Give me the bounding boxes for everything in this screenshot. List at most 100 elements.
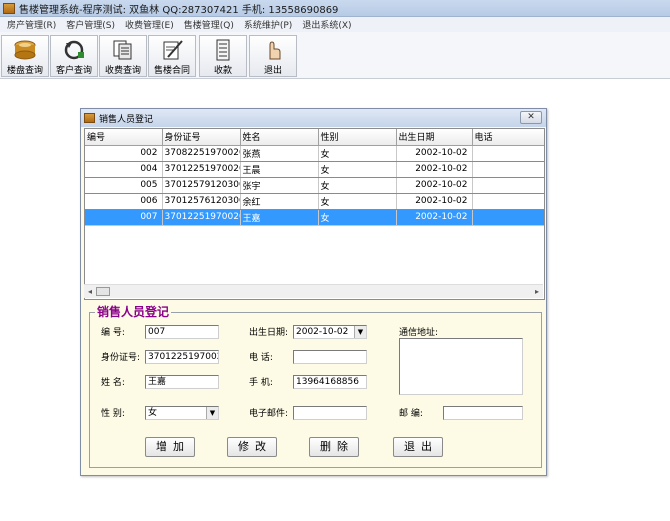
sex-select[interactable]: 女 ▼ bbox=[145, 406, 219, 420]
cell-name: 张燕 bbox=[240, 145, 319, 162]
delete-button[interactable]: 删除 bbox=[309, 437, 359, 457]
table-row[interactable]: 002 370822519700201 张燕 女 2002-10-02 bbox=[85, 145, 544, 162]
table-row-selected[interactable]: 007 370122519700203 王嘉 女 2002-10-02 bbox=[85, 209, 544, 226]
birth-date-picker[interactable]: 2002-10-02 ▼ bbox=[293, 325, 367, 339]
table-row[interactable]: 005 370125791203002 张宇 女 2002-10-02 bbox=[85, 177, 544, 194]
cell-idcard: 370125791203002 bbox=[162, 177, 241, 194]
column-header[interactable]: 电话 bbox=[472, 129, 544, 146]
name-label: 姓 名: bbox=[101, 378, 125, 388]
ledger-icon bbox=[210, 39, 236, 61]
cell-id: 004 bbox=[85, 161, 163, 178]
dialog-close-button[interactable]: ✕ bbox=[520, 111, 542, 124]
address-field[interactable] bbox=[399, 338, 523, 395]
phone-label: 电 话: bbox=[249, 353, 273, 363]
cell-id: 002 bbox=[85, 145, 163, 162]
column-header[interactable]: 姓名 bbox=[240, 129, 319, 146]
cell-idcard: 370125761203002 bbox=[162, 193, 241, 210]
cell-phone bbox=[472, 145, 544, 162]
horizontal-scrollbar[interactable]: ◂ ▸ bbox=[84, 284, 543, 298]
birth-label: 出生日期: bbox=[249, 328, 289, 338]
cell-birth: 2002-10-02 bbox=[396, 193, 473, 210]
disk-icon bbox=[12, 39, 38, 61]
cell-birth: 2002-10-02 bbox=[396, 161, 473, 178]
mobile-field[interactable]: 13964168856 bbox=[293, 375, 367, 389]
cell-idcard: 370122519700203 bbox=[162, 209, 241, 226]
exit-button[interactable]: 退出 bbox=[249, 35, 297, 77]
table-row[interactable]: 004 370122519700202 王晨 女 2002-10-02 bbox=[85, 161, 544, 178]
scroll-left-icon[interactable]: ◂ bbox=[85, 287, 95, 297]
toolbar-label: 客户查询 bbox=[55, 66, 92, 76]
column-header[interactable]: 性别 bbox=[318, 129, 397, 146]
scroll-right-icon[interactable]: ▸ bbox=[532, 287, 542, 297]
fee-query-button[interactable]: 收费查询 bbox=[99, 35, 147, 77]
cell-birth: 2002-10-02 bbox=[396, 209, 473, 226]
menu-sales[interactable]: 售楼管理(Q) bbox=[179, 18, 239, 31]
cell-birth: 2002-10-02 bbox=[396, 145, 473, 162]
cell-phone bbox=[472, 193, 544, 210]
app-house-icon bbox=[3, 2, 15, 14]
cell-id: 006 bbox=[85, 193, 163, 210]
cell-id: 005 bbox=[85, 177, 163, 194]
property-query-button[interactable]: 楼盘查询 bbox=[1, 35, 49, 77]
email-label: 电子邮件: bbox=[249, 409, 289, 419]
cell-sex: 女 bbox=[318, 177, 397, 194]
salesperson-dialog: 销售人员登记 ✕ 编号 身份证号 姓名 性别 出生日期 电话 002 37082… bbox=[80, 108, 547, 476]
customer-query-button[interactable]: 客户查询 bbox=[50, 35, 98, 77]
name-field[interactable]: 王嘉 bbox=[145, 375, 219, 389]
sex-value: 女 bbox=[148, 408, 158, 418]
cell-name: 余红 bbox=[240, 193, 319, 210]
menu-fees[interactable]: 收费管理(E) bbox=[120, 18, 179, 31]
cell-name: 王晨 bbox=[240, 161, 319, 178]
edit-button[interactable]: 修改 bbox=[227, 437, 277, 457]
chevron-down-icon[interactable]: ▼ bbox=[206, 407, 218, 419]
refresh-icon bbox=[61, 39, 87, 61]
toolbar-label: 收款 bbox=[213, 66, 232, 76]
title-bar: 售楼管理系统-程序测试: 双鱼林 QQ:287307421 手机: 135586… bbox=[0, 0, 670, 17]
exit-dialog-button[interactable]: 退出 bbox=[393, 437, 443, 457]
cell-sex: 女 bbox=[318, 193, 397, 210]
cell-phone bbox=[472, 177, 544, 194]
mobile-label: 手 机: bbox=[249, 378, 273, 388]
sales-contract-button[interactable]: 售楼合同 bbox=[148, 35, 196, 77]
group-title: 销售人员登记 bbox=[95, 303, 172, 320]
scroll-thumb[interactable] bbox=[96, 287, 110, 296]
id-label: 编 号: bbox=[101, 328, 125, 338]
menu-system[interactable]: 系统维护(P) bbox=[239, 18, 297, 31]
birth-value: 2002-10-02 bbox=[296, 327, 349, 337]
cell-name: 王嘉 bbox=[240, 209, 319, 226]
contract-icon bbox=[159, 39, 185, 61]
menu-property[interactable]: 房产管理(R) bbox=[2, 18, 61, 31]
documents-icon bbox=[110, 39, 136, 61]
collect-payment-button[interactable]: 收款 bbox=[199, 35, 247, 77]
idcard-field[interactable]: 370122519700203 bbox=[145, 350, 219, 364]
postcode-field[interactable] bbox=[443, 406, 523, 420]
cell-id: 007 bbox=[85, 209, 163, 226]
menu-bar: 房产管理(R) 客户管理(S) 收费管理(E) 售楼管理(Q) 系统维护(P) … bbox=[0, 17, 670, 32]
column-header[interactable]: 编号 bbox=[85, 129, 163, 146]
toolbar-label: 收费查询 bbox=[104, 66, 141, 76]
hand-icon bbox=[260, 39, 286, 61]
menu-customer[interactable]: 客户管理(S) bbox=[61, 18, 120, 31]
cell-birth: 2002-10-02 bbox=[396, 177, 473, 194]
salesperson-grid: 编号 身份证号 姓名 性别 出生日期 电话 002 37082251970020… bbox=[84, 128, 545, 300]
window-title: 售楼管理系统-程序测试: 双鱼林 QQ:287307421 手机: 135586… bbox=[19, 4, 339, 16]
chevron-down-icon[interactable]: ▼ bbox=[354, 326, 366, 338]
add-button[interactable]: 增加 bbox=[145, 437, 195, 457]
id-field[interactable]: 007 bbox=[145, 325, 219, 339]
cell-phone bbox=[472, 161, 544, 178]
menu-exit[interactable]: 退出系统(X) bbox=[297, 18, 356, 31]
cell-idcard: 370122519700202 bbox=[162, 161, 241, 178]
sex-label: 性 别: bbox=[101, 409, 125, 419]
email-field[interactable] bbox=[293, 406, 367, 420]
table-row[interactable]: 006 370125761203002 余红 女 2002-10-02 bbox=[85, 193, 544, 210]
dialog-title: 销售人员登记 bbox=[99, 114, 154, 125]
dialog-house-icon bbox=[84, 113, 95, 123]
column-header[interactable]: 身份证号 bbox=[162, 129, 241, 146]
column-header[interactable]: 出生日期 bbox=[396, 129, 473, 146]
phone-field[interactable] bbox=[293, 350, 367, 364]
idcard-label: 身份证号: bbox=[101, 353, 141, 363]
dialog-title-bar: 销售人员登记 bbox=[81, 109, 546, 127]
cell-sex: 女 bbox=[318, 161, 397, 178]
cell-name: 张宇 bbox=[240, 177, 319, 194]
toolbar: 楼盘查询 客户查询 收费查询 售楼合同 收款 退出 bbox=[0, 32, 670, 79]
